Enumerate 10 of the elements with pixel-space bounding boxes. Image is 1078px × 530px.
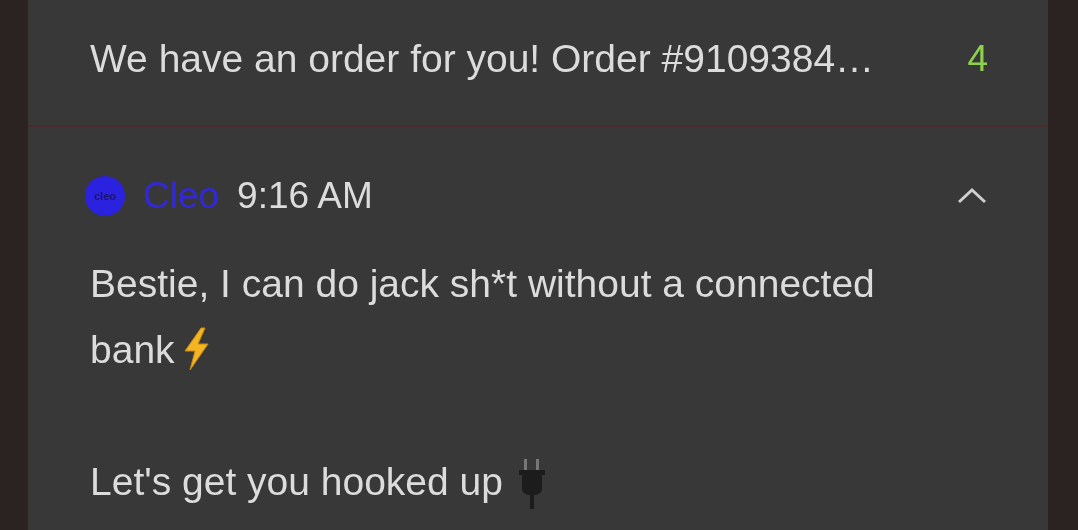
app-logo-icon: cleo — [85, 176, 125, 216]
message-count: 4 — [967, 38, 988, 80]
notification-preview: We have an order for you! Order #9109384… — [90, 37, 875, 81]
message-text: Bestie, I can do jack sh*t without a connected — [90, 262, 875, 305]
plug-icon — [516, 459, 547, 509]
app-name: Cleo — [143, 175, 220, 217]
message-text: Let's get you hooked up — [90, 460, 503, 503]
notification-time: 9:16 AM — [237, 175, 373, 217]
collapse-chevron-icon[interactable] — [956, 187, 988, 205]
message-text: bank — [90, 328, 175, 371]
